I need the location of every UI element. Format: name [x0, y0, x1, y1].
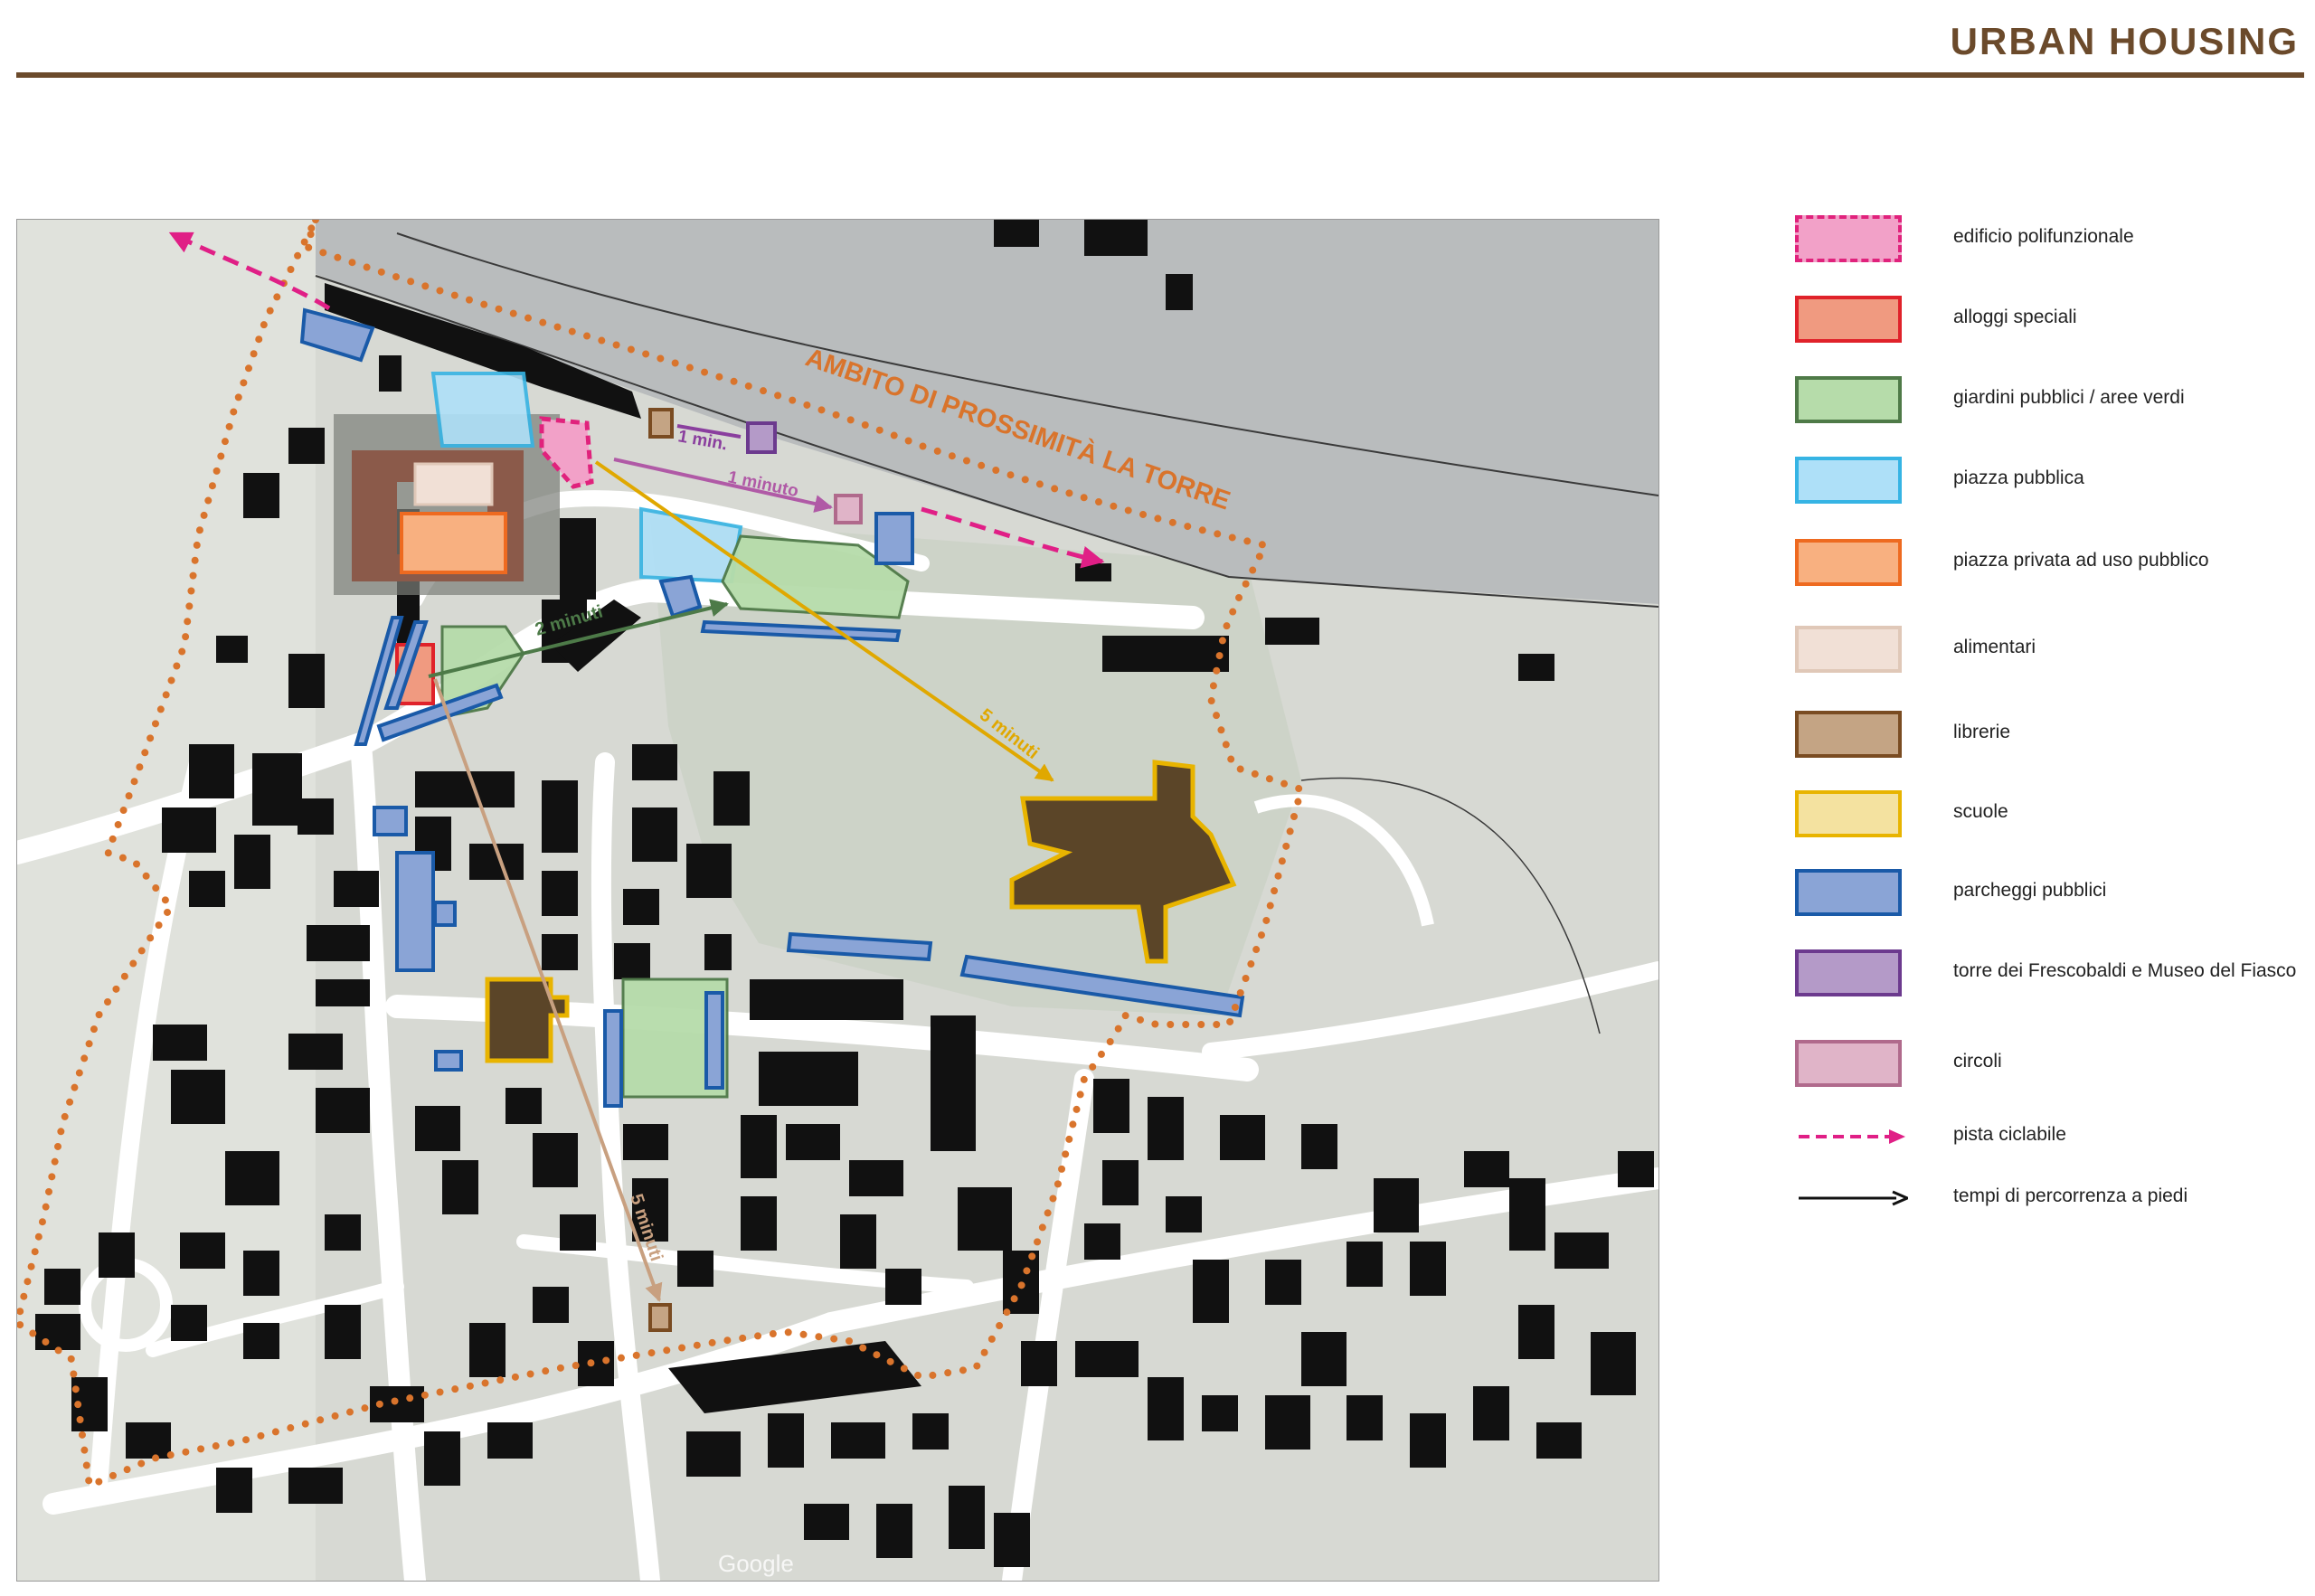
- legend-label: alimentari: [1953, 637, 2036, 657]
- legend-swatch: [1795, 376, 1902, 423]
- legend-label: pista ciclabile: [1953, 1124, 2066, 1145]
- legend-item-public-parking: parcheggi pubblici: [1795, 867, 2301, 921]
- legend-label: piazza privata ad uso pubblico: [1953, 550, 2209, 571]
- legend-swatch: [1795, 1040, 1902, 1087]
- legend-label: scuole: [1953, 801, 2008, 822]
- map-viewport[interactable]: AMBITO DI PROSSIMITÀ LA TORRE 1 min. 1 m…: [16, 219, 1659, 1582]
- map-watermark: Google: [718, 1550, 794, 1577]
- legend-item-special-housing: alloggi speciali: [1795, 294, 2301, 348]
- legend-item-bookshops: librerie: [1795, 709, 2301, 763]
- title-divider: [16, 72, 2304, 78]
- legend-item-private-square: piazza privata ad uso pubblico: [1795, 537, 2301, 591]
- legend-label: parcheggi pubblici: [1953, 880, 2107, 901]
- legend-label: piazza pubblica: [1953, 467, 2084, 488]
- legend-item-walking-times: tempi di percorrenza a piedi: [1795, 1173, 2301, 1227]
- legend-swatch: [1795, 457, 1902, 504]
- legend-swatch: [1795, 869, 1902, 916]
- legend-swatch: [1795, 626, 1902, 673]
- legend-item-tower-museum: torre dei Frescobaldi e Museo del Fiasco: [1795, 948, 2301, 1002]
- legend-swatch: [1795, 949, 1902, 996]
- legend-swatch: [1795, 215, 1902, 262]
- legend-swatch: [1795, 711, 1902, 758]
- legend-item-public-square: piazza pubblica: [1795, 455, 2301, 509]
- legend-label: tempi di percorrenza a piedi: [1953, 1185, 2188, 1206]
- legend-item-clubs: circoli: [1795, 1038, 2301, 1092]
- legend-swatch: [1795, 539, 1902, 586]
- legend-item-bike-path: pista ciclabile: [1795, 1111, 2301, 1166]
- legend-item-schools: scuole: [1795, 789, 2301, 843]
- legend-label: alloggi speciali: [1953, 307, 2077, 327]
- legend-label: giardini pubblici / aree verdi: [1953, 387, 2185, 408]
- dashed-arrow-icon: [1799, 1129, 1905, 1144]
- arrow-icon: [1799, 1190, 1908, 1206]
- legend-label: torre dei Frescobaldi e Museo del Fiasco: [1953, 960, 2297, 981]
- legend-label: circoli: [1953, 1051, 2002, 1072]
- legend-swatch: [1795, 296, 1902, 343]
- legend-item-grocery: alimentari: [1795, 624, 2301, 678]
- page-title: URBAN HOUSING: [1950, 20, 2299, 62]
- legend-item-public-gardens: giardini pubblici / aree verdi: [1795, 374, 2301, 429]
- map-canvas: AMBITO DI PROSSIMITÀ LA TORRE 1 min. 1 m…: [17, 220, 1658, 1581]
- legend-label: librerie: [1953, 722, 2011, 742]
- legend-swatch: [1795, 790, 1902, 837]
- legend-label: edificio polifunzionale: [1953, 226, 2134, 247]
- legend-item-multifunctional: edificio polifunzionale: [1795, 213, 2301, 268]
